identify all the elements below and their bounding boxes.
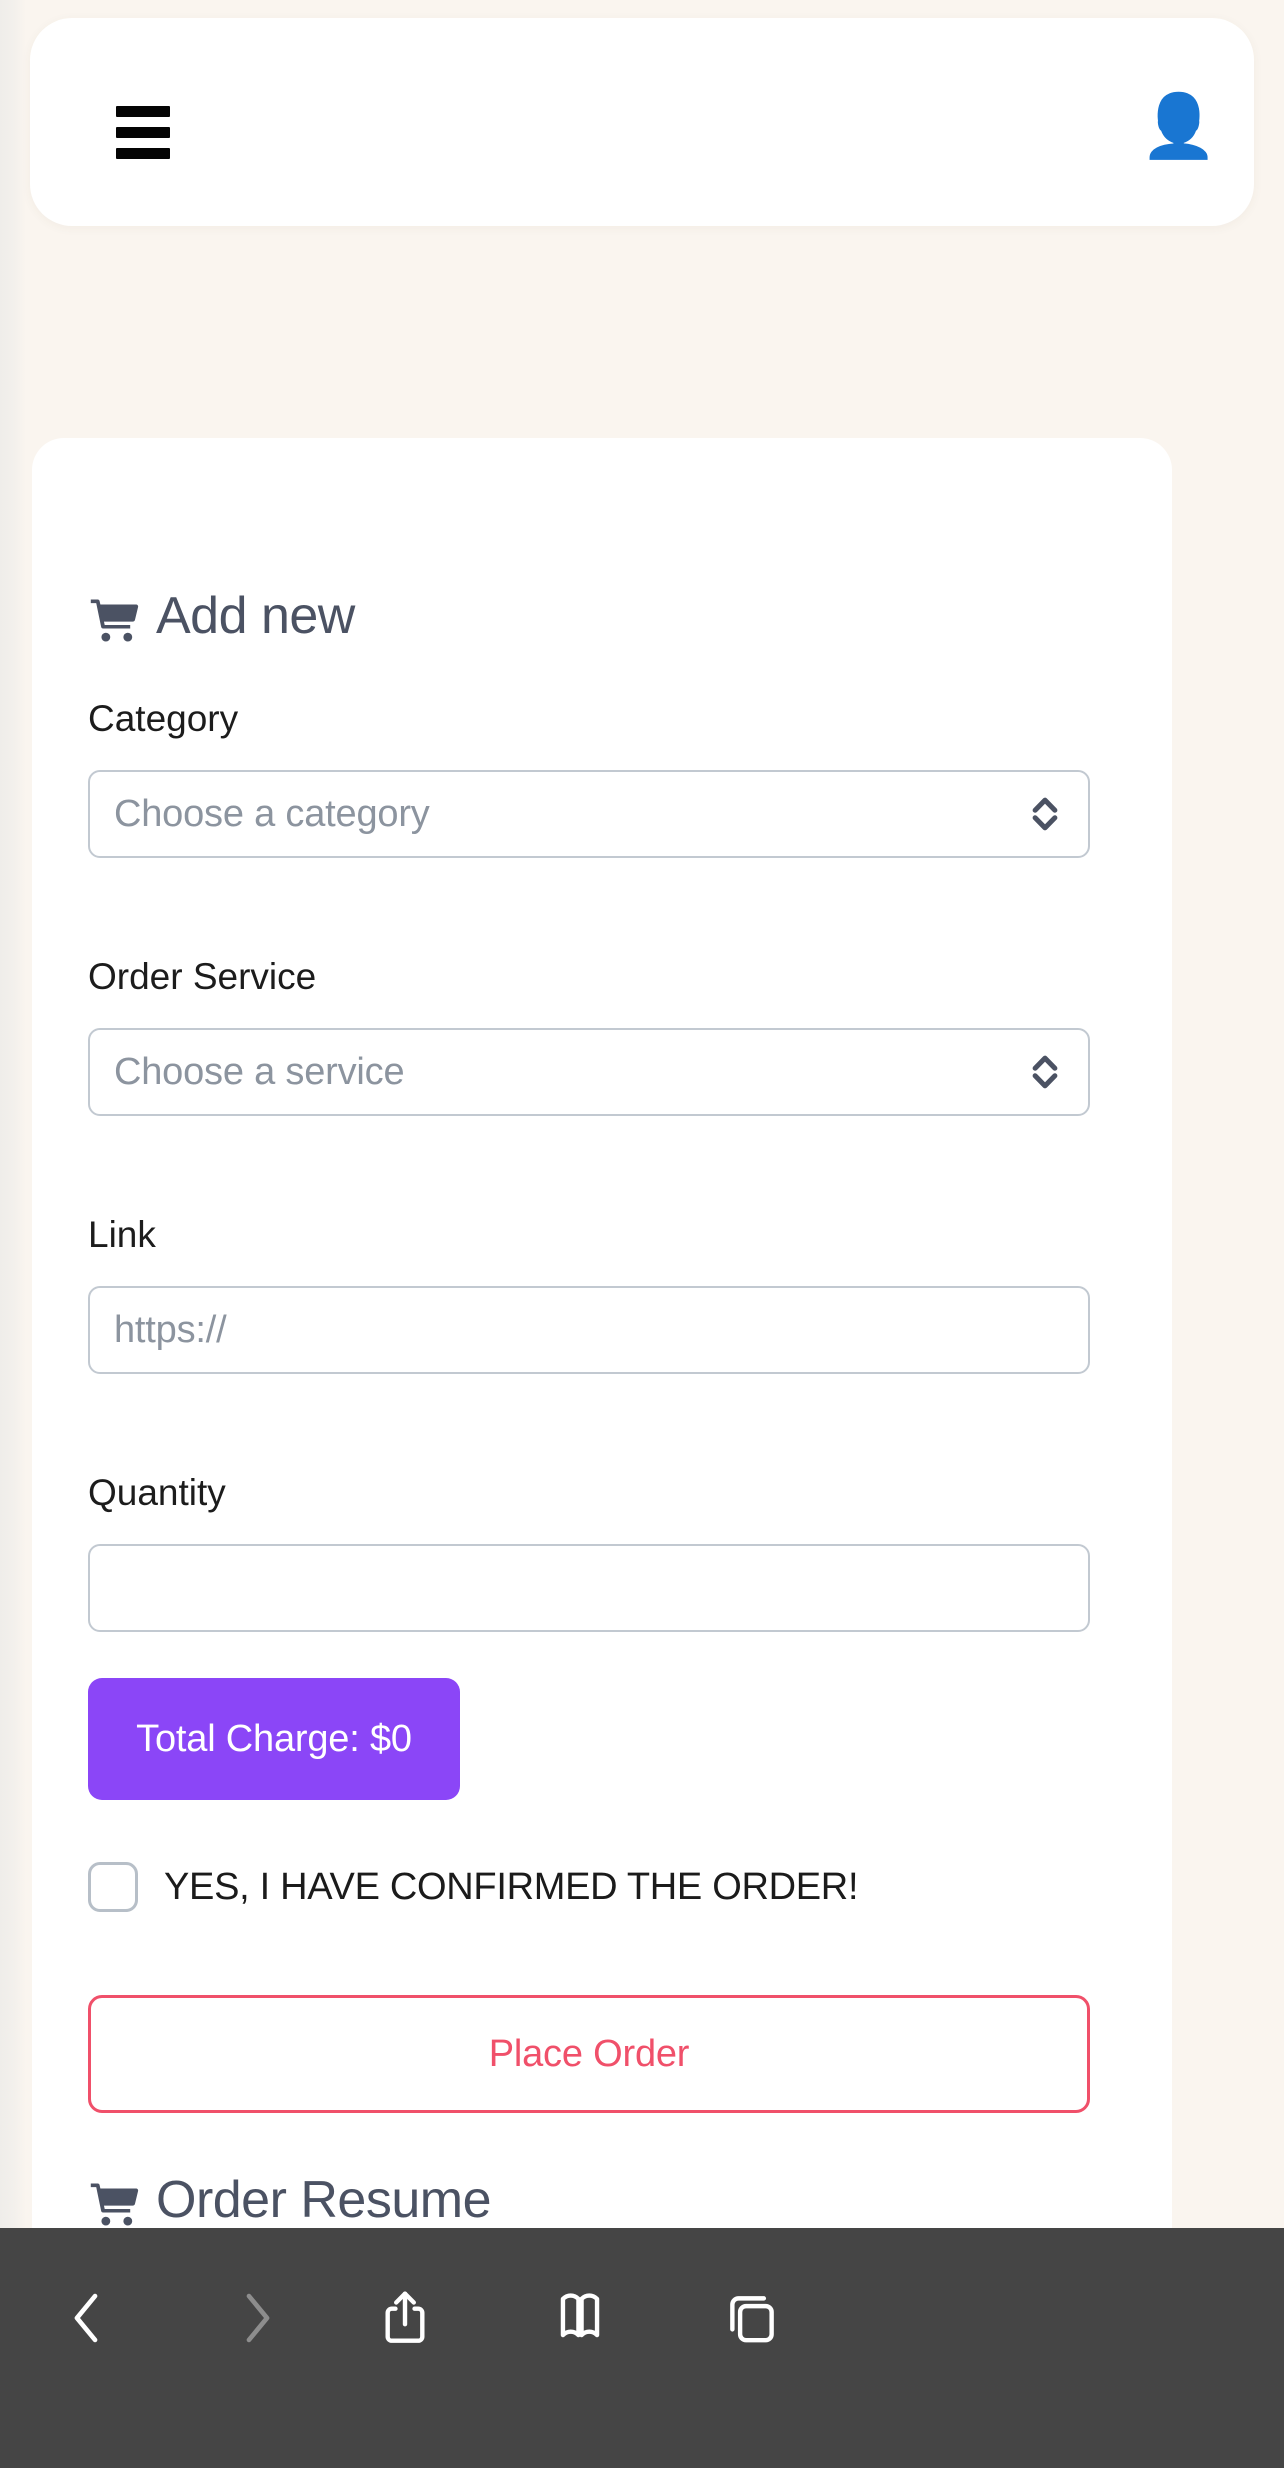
place-order-label: Place Order (488, 2032, 690, 2075)
app-screen: 👤 Add new Category Choose a category Ord… (0, 0, 1284, 2468)
order-resume-heading: Order Resume (88, 2170, 492, 2230)
chevron-up-down-icon (1028, 793, 1062, 835)
order-service-select[interactable]: Choose a service (88, 1028, 1090, 1116)
hamburger-menu-icon[interactable] (116, 106, 170, 159)
share-icon[interactable] (345, 2258, 465, 2378)
link-input[interactable]: https:// (88, 1286, 1090, 1374)
back-chevron-icon[interactable] (26, 2258, 146, 2378)
tabs-icon[interactable] (692, 2258, 812, 2378)
user-avatar-icon[interactable]: 👤 (1140, 92, 1217, 162)
order-service-select-value: Choose a service (114, 1050, 405, 1093)
screen-edge-gradient (0, 0, 26, 2228)
app-header: 👤 (30, 18, 1254, 226)
book-icon[interactable] (520, 2258, 640, 2378)
link-input-placeholder: https:// (114, 1308, 227, 1351)
total-charge-button[interactable]: Total Charge: $0 (88, 1678, 460, 1800)
category-label: Category (88, 698, 239, 739)
confirm-order-row[interactable]: YES, I HAVE CONFIRMED THE ORDER! (88, 1862, 859, 1912)
order-service-label: Order Service (88, 956, 317, 997)
shopping-cart-icon (88, 596, 140, 642)
confirm-order-checkbox[interactable] (88, 1862, 138, 1912)
chevron-up-down-icon (1028, 1051, 1062, 1093)
quantity-input[interactable] (88, 1544, 1090, 1632)
total-charge-label: Total Charge: $0 (136, 1717, 412, 1760)
order-resume-heading-text: Order Resume (156, 2171, 492, 2229)
place-order-button[interactable]: Place Order (88, 1995, 1090, 2113)
shopping-cart-icon (88, 2180, 140, 2226)
browser-toolbar (0, 2228, 1284, 2468)
confirm-order-label: YES, I HAVE CONFIRMED THE ORDER! (164, 1865, 859, 1908)
category-select-value: Choose a category (114, 792, 430, 835)
link-label: Link (88, 1214, 156, 1255)
category-select[interactable]: Choose a category (88, 770, 1090, 858)
add-new-heading: Add new (88, 586, 355, 646)
add-new-heading-text: Add new (156, 587, 355, 645)
forward-chevron-icon[interactable] (198, 2258, 318, 2378)
quantity-label: Quantity (88, 1472, 226, 1513)
